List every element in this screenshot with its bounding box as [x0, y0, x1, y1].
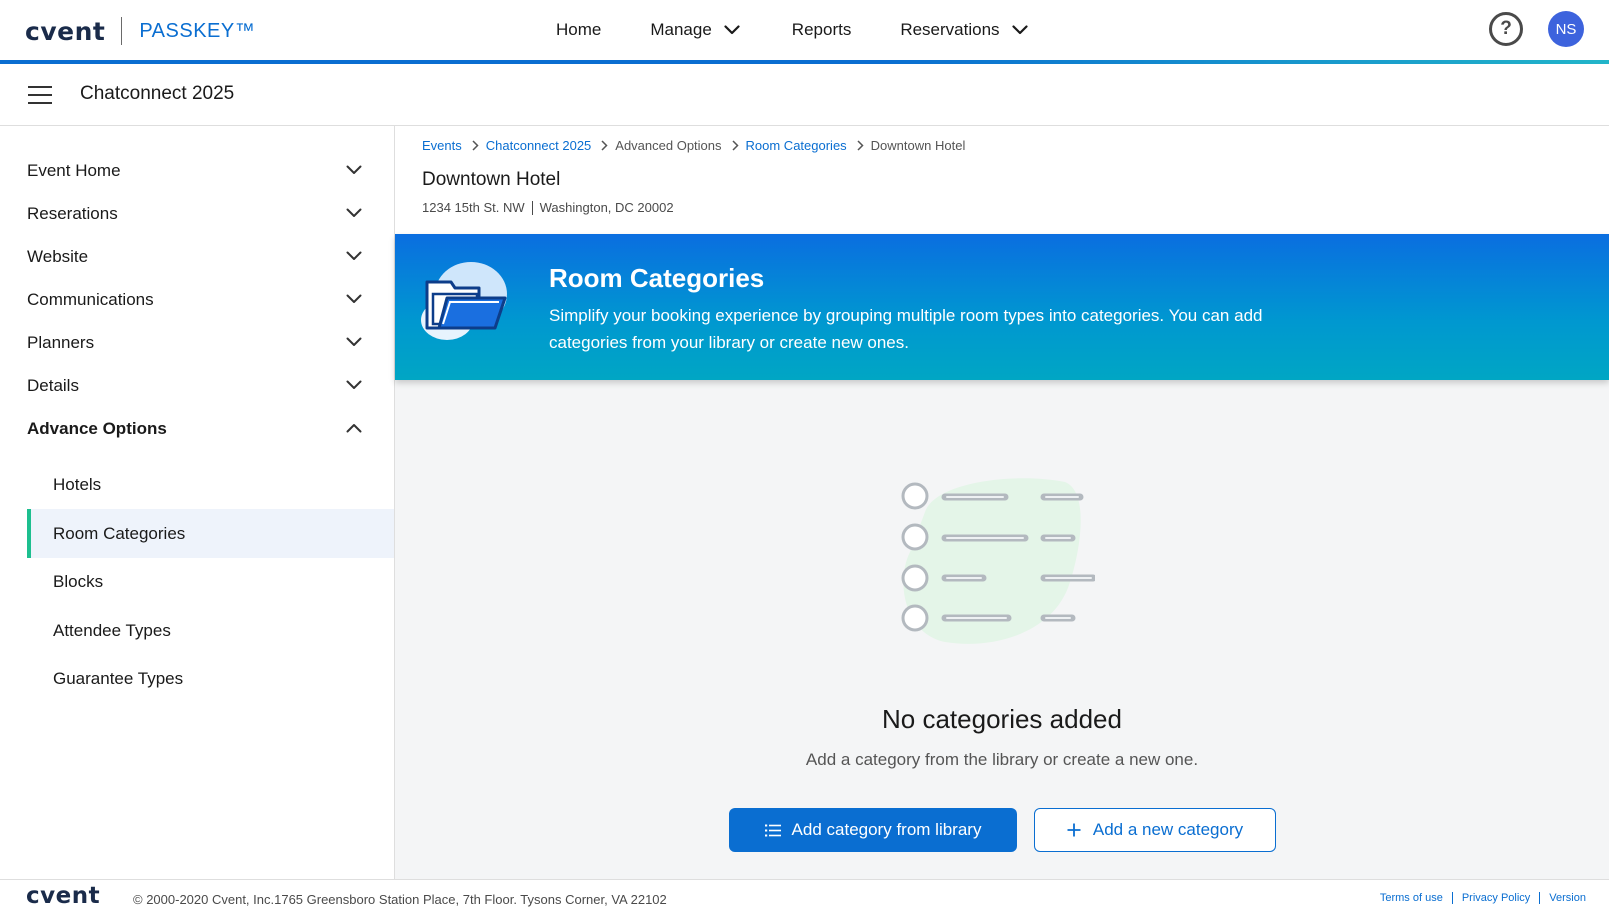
empty-state-title: No categories added — [882, 704, 1122, 734]
breadcrumb-events[interactable]: Events — [422, 138, 462, 153]
main-content: Events Chatconnect 2025 Advanced Options… — [395, 126, 1609, 879]
sidebar-item-label: Reserations — [27, 204, 118, 223]
folder-icon — [419, 258, 511, 349]
sidebar-item-label: Website — [27, 247, 89, 266]
chevron-down-icon — [724, 20, 740, 40]
sidebar-subitem-attendee-types[interactable]: Attendee Types — [27, 606, 394, 655]
footer: cvent © 2000-2020 Cvent, Inc.1765 Greens… — [0, 879, 1609, 916]
sidebar-subitem-blocks[interactable]: Blocks — [27, 557, 394, 606]
nav-reservations-label: Reservations — [900, 20, 1000, 39]
event-title: Chatconnect 2025 — [80, 83, 235, 104]
sidebar: Event Home Reserations Website Communica… — [0, 126, 395, 879]
banner-description: Simplify your booking experience by grou… — [549, 306, 1263, 352]
empty-state-subtitle: Add a category from the library or creat… — [805, 750, 1199, 769]
sidebar-item-details[interactable]: Details — [0, 364, 394, 408]
empty-list-icon — [895, 472, 1097, 657]
footer-copyright: © 2000-2020 Cvent, Inc.1765 Greensboro S… — [133, 892, 667, 907]
help-circle-icon[interactable]: ? — [1489, 12, 1523, 46]
sidebar-item-label: Planners — [27, 333, 95, 352]
sidebar-subitem-label: Attendee Types — [53, 620, 171, 640]
chevron-up-icon — [346, 420, 362, 438]
info-banner: Room Categories Simplify your booking ex… — [395, 234, 1609, 380]
hotel-address: 1234 15th St. NW Washington, DC 20002 — [422, 200, 674, 215]
nav-manage-label: Manage — [650, 20, 712, 39]
brand[interactable]: cvent PASSKEY™ — [25, 14, 255, 48]
add-new-category-label: Add a new category — [1092, 820, 1244, 839]
hamburger-menu-icon[interactable] — [28, 86, 52, 104]
chevron-down-icon — [346, 162, 362, 180]
sidebar-subitem-label: Room Categories — [53, 523, 186, 543]
nav-home[interactable]: Home — [556, 20, 601, 40]
chevron-down-icon — [1011, 20, 1028, 40]
breadcrumb-room-categories[interactable]: Room Categories — [746, 138, 847, 153]
top-navigation: cvent PASSKEY™ Home Manage Reports Reser… — [0, 0, 1609, 60]
product-name: PASSKEY™ — [139, 19, 256, 42]
chevron-down-icon — [346, 377, 362, 395]
page-title: Downtown Hotel — [422, 169, 561, 190]
brand-divider — [121, 17, 123, 45]
chevron-right-icon — [731, 140, 739, 151]
sidebar-subitem-label: Hotels — [53, 474, 102, 494]
nav-reports-label: Reports — [791, 20, 852, 39]
nav-reports[interactable]: Reports — [792, 20, 852, 40]
plus-icon — [1067, 823, 1081, 837]
address-divider — [531, 200, 533, 215]
event-header: Chatconnect 2025 — [0, 64, 1609, 126]
add-category-from-library-button[interactable]: Add category from library — [729, 808, 1017, 852]
breadcrumb-current: Downtown Hotel — [870, 138, 966, 153]
footer-link-terms[interactable]: Terms of use — [1380, 892, 1443, 904]
chevron-down-icon — [346, 205, 362, 223]
sidebar-subitem-hotels[interactable]: Hotels — [27, 460, 394, 509]
sidebar-subitem-label: Guarantee Types — [53, 668, 184, 688]
footer-link-divider — [1539, 892, 1541, 904]
sidebar-item-label: Details — [27, 376, 79, 395]
sidebar-item-label: Event Home — [27, 161, 121, 180]
sidebar-subitem-guarantee-types[interactable]: Guarantee Types — [27, 654, 394, 703]
footer-link-privacy[interactable]: Privacy Policy — [1462, 892, 1530, 904]
nav-home-label: Home — [556, 20, 602, 39]
footer-link-version[interactable]: Version — [1549, 892, 1586, 904]
user-avatar[interactable]: NS — [1548, 11, 1584, 47]
address-street: 1234 15th St. NW — [422, 200, 525, 215]
nav-manage[interactable]: Manage — [650, 20, 740, 40]
breadcrumb: Events Chatconnect 2025 Advanced Options… — [422, 138, 965, 153]
banner-title: Room Categories — [549, 263, 765, 293]
footer-links: Terms of use Privacy Policy Version — [1380, 892, 1586, 904]
sidebar-item-website[interactable]: Website — [0, 235, 394, 279]
footer-cvent-logo: cvent — [26, 883, 101, 909]
sidebar-item-reservations[interactable]: Reserations — [0, 192, 394, 236]
sidebar-item-label: Advance Options — [27, 419, 167, 438]
add-category-from-library-label: Add category from library — [791, 820, 982, 839]
breadcrumb-event[interactable]: Chatconnect 2025 — [486, 138, 592, 153]
sidebar-item-advance-options[interactable]: Advance Options — [0, 407, 394, 451]
footer-link-divider — [1451, 892, 1453, 904]
chevron-right-icon — [601, 140, 608, 151]
breadcrumb-advanced-options: Advanced Options — [615, 138, 722, 153]
cvent-logo: cvent — [25, 16, 106, 46]
sidebar-subitem-room-categories[interactable]: Room Categories — [27, 509, 394, 558]
sidebar-item-event-home[interactable]: Event Home — [0, 149, 394, 193]
main-nav: Home Manage Reports Reservations — [556, 0, 1028, 60]
sidebar-item-label: Communications — [27, 290, 154, 309]
address-city: Washington, DC 20002 — [539, 200, 674, 215]
chevron-right-icon — [857, 140, 864, 151]
add-new-category-button[interactable]: Add a new category — [1034, 808, 1276, 852]
page-header: Events Chatconnect 2025 Advanced Options… — [395, 126, 1609, 234]
list-icon — [764, 824, 781, 837]
chevron-down-icon — [346, 291, 362, 309]
sidebar-item-communications[interactable]: Communications — [0, 278, 394, 322]
chevron-right-icon — [472, 140, 479, 151]
sidebar-subitem-label: Blocks — [53, 571, 104, 591]
sidebar-item-planners[interactable]: Planners — [0, 321, 394, 365]
chevron-down-icon — [346, 248, 362, 266]
chevron-down-icon — [346, 334, 362, 352]
nav-reservations[interactable]: Reservations — [900, 20, 1028, 40]
